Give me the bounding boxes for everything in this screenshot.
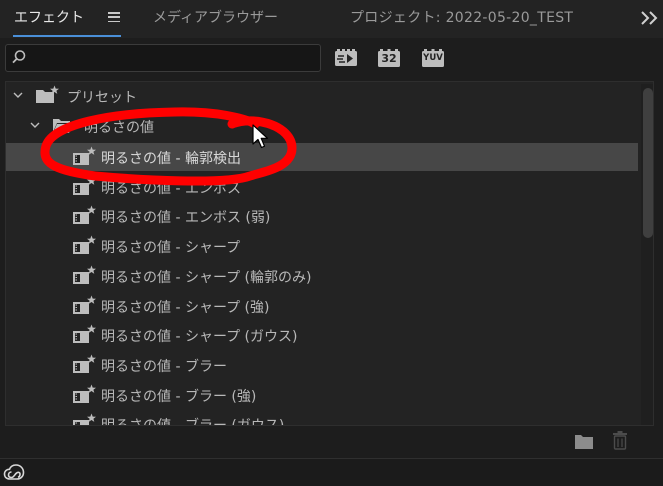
tree-preset-label: 明るさの値 - シャープ <box>101 240 241 257</box>
tree-preset-item[interactable]: 明るさの値 - シャープ <box>6 232 638 260</box>
tree-folder-presets[interactable]: プリセット <box>6 82 638 110</box>
yuv-badge-label: YUV <box>423 53 443 63</box>
tree-scrollbar-thumb[interactable] <box>643 88 653 238</box>
new-folder-icon[interactable] <box>574 432 594 450</box>
tree-preset-label: 明るさの値 - シャープ (ガウス) <box>101 329 298 346</box>
32-bit-filter-button[interactable]: 32 <box>377 48 401 68</box>
tree-preset-label: 明るさの値 - シャープ (強) <box>101 299 270 316</box>
folder-open-icon <box>53 119 73 133</box>
tree-preset-item[interactable]: 明るさの値 - ブラー (強) <box>6 381 638 409</box>
tree-preset-label: 明るさの値 - 輪郭検出 <box>101 151 241 167</box>
32-bit-badge-label: 32 <box>381 52 397 65</box>
tree-preset-label: 明るさの値 - ブラー <box>101 358 227 375</box>
tree-preset-label: 明るさの値 - エンボス (弱) <box>101 210 271 227</box>
tab-project[interactable]: プロジェクト: 2022-05-20_TEST <box>350 7 573 27</box>
yuv-filter-button[interactable]: YUV <box>421 48 445 68</box>
effect-preset-icon <box>72 235 96 259</box>
tree-preset-label: 明るさの値 - シャープ (輪郭のみ) <box>101 269 312 286</box>
search-box[interactable] <box>5 44 321 72</box>
tree-preset-item[interactable]: 明るさの値 - シャープ (輪郭のみ) <box>6 262 638 290</box>
tab-media-browser[interactable]: メディアブラウザー <box>153 7 278 27</box>
preset-folder-icon <box>36 85 59 103</box>
search-icon <box>12 50 26 64</box>
effect-preset-icon <box>72 413 96 425</box>
expand-chevron-icon[interactable] <box>30 121 40 129</box>
accelerated-effects-filter-icon[interactable] <box>334 48 358 68</box>
effect-preset-icon <box>72 324 96 348</box>
tree-preset-item[interactable]: 明るさの値 - ブラー <box>6 351 638 379</box>
tree-scrollbar[interactable] <box>641 84 653 425</box>
effect-preset-icon <box>72 205 96 229</box>
tree-preset-item[interactable]: 明るさの値 - 輪郭検出 <box>6 143 638 171</box>
trash-icon[interactable] <box>612 430 628 450</box>
tree-preset-item[interactable]: 明るさの値 - シャープ (強) <box>6 292 638 320</box>
active-tab-indicator <box>13 35 121 37</box>
tab-effects[interactable]: エフェクト <box>14 7 84 27</box>
creative-cloud-icon[interactable] <box>3 464 25 482</box>
tree-preset-item[interactable]: 明るさの値 - ブラー (ガウス) <box>6 410 638 425</box>
overflow-chevron-icon[interactable] <box>637 8 663 28</box>
tree-preset-label: 明るさの値 - エンボス <box>101 180 241 197</box>
panel-menu-icon[interactable] <box>108 12 120 23</box>
tree-preset-item[interactable]: 明るさの値 - エンボス (弱) <box>6 202 638 230</box>
expand-chevron-icon[interactable] <box>13 91 23 99</box>
effect-preset-icon <box>72 384 96 408</box>
tree-preset-item[interactable]: 明るさの値 - シャープ (ガウス) <box>6 321 638 349</box>
tree-preset-item[interactable]: 明るさの値 - エンボス <box>6 173 638 201</box>
tree-preset-label: 明るさの値 - ブラー (強) <box>101 388 257 405</box>
effect-preset-icon <box>72 354 96 378</box>
effect-preset-icon <box>72 176 96 200</box>
effects-tree-panel: プリセット 明るさの値 明るさの値 - 輪郭検出 明るさの値 - エンボス 明るさの… <box>5 81 654 426</box>
status-bar <box>0 458 663 486</box>
tree-preset-label: 明るさの値 - ブラー (ガウス) <box>101 415 284 425</box>
tree-folder-brightness[interactable]: 明るさの値 <box>6 112 638 140</box>
search-input[interactable] <box>32 48 314 68</box>
effect-preset-icon <box>72 265 96 289</box>
tree-folder-label: プリセット <box>67 90 137 106</box>
effect-preset-icon <box>72 295 96 319</box>
effect-preset-icon <box>72 146 96 170</box>
tree-folder-label: 明るさの値 <box>84 120 154 136</box>
panel-tab-bar: エフェクト メディアブラウザー プロジェクト: 2022-05-20_TEST <box>0 0 663 38</box>
